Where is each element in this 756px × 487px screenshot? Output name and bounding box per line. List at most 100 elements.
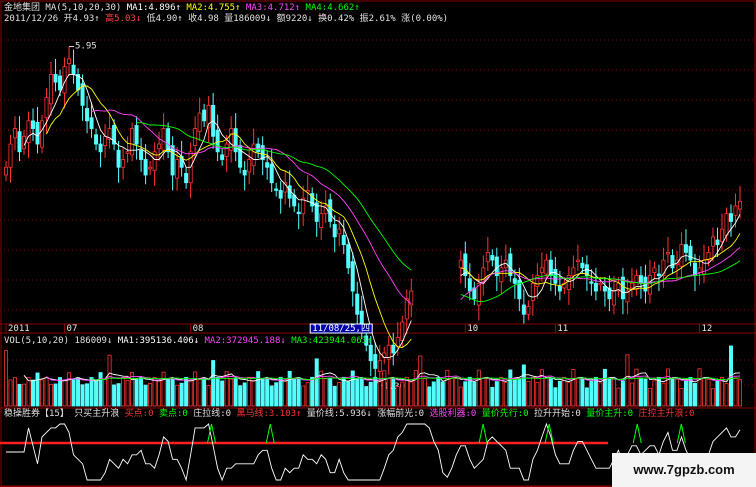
candle-body — [4, 166, 9, 176]
candle-body — [715, 239, 720, 246]
volume-bar — [4, 350, 9, 407]
volume-bar — [463, 381, 468, 407]
volume-bar — [247, 376, 252, 407]
date-tick-label: 12 — [701, 324, 712, 334]
volume-bar — [314, 358, 319, 407]
candle-body — [31, 120, 36, 129]
volume-bar — [278, 376, 283, 407]
candle-body — [67, 58, 72, 64]
volume-bar — [76, 377, 81, 407]
volume-bar — [436, 376, 441, 407]
volume-bar — [179, 382, 184, 407]
volume-bar — [706, 379, 711, 407]
volume-bar — [80, 384, 85, 407]
candle-body — [391, 344, 396, 354]
volume-bar — [35, 372, 40, 407]
volume-bar — [13, 377, 18, 407]
legend-item: 量价先行:0 — [476, 407, 528, 419]
legend-item: MA2:4.755↑ — [181, 3, 241, 13]
volume-bar — [458, 386, 463, 407]
candle-body — [17, 131, 22, 153]
stock-chart[interactable]: 金地集团 MA(5,10,20,30) MA1:4.896↑ MA2:4.755… — [0, 0, 756, 487]
volume-bar — [386, 378, 391, 407]
volume-bar — [220, 380, 225, 407]
volume-bar — [427, 386, 432, 407]
candle-body — [157, 143, 162, 150]
volume-bar — [724, 383, 729, 407]
candle-body — [346, 244, 351, 269]
volume-bar — [476, 369, 481, 407]
candle-body — [224, 143, 229, 157]
volume-bars[interactable] — [4, 345, 743, 407]
legend-item: 庄控主升浪:0 — [633, 407, 694, 419]
volume-bar — [22, 383, 27, 407]
candle-body — [458, 259, 463, 269]
volume-bar — [409, 381, 414, 407]
volume-bar — [355, 378, 360, 407]
volume-bar — [143, 384, 148, 407]
volume-bar — [265, 377, 270, 407]
volume-bar — [242, 382, 247, 407]
legend-item: 拉升开始:0 — [529, 407, 581, 419]
candle-body — [202, 109, 207, 122]
candle-body — [508, 253, 513, 276]
candle-body — [665, 251, 670, 255]
volume-bar — [53, 383, 58, 407]
volume-bar — [152, 377, 157, 407]
candle-body — [733, 205, 738, 216]
volume-bar — [346, 381, 351, 407]
volume-bar — [517, 378, 522, 407]
volume-bar — [112, 384, 117, 407]
volume-bar — [481, 377, 486, 407]
candle-body — [139, 149, 144, 160]
price-header: 金地集团 MA(5,10,20,30) MA1:4.896↑ MA2:4.755… — [4, 1, 448, 24]
volume-bar — [71, 379, 76, 407]
volume-bar — [184, 376, 189, 407]
volume-bar — [620, 380, 625, 407]
candle-body — [175, 159, 180, 179]
candle-body — [13, 128, 18, 139]
volume-bar — [548, 378, 553, 407]
candle-body — [710, 236, 715, 247]
volume-bar — [625, 354, 630, 407]
volume-bar — [499, 376, 504, 407]
volume-bar — [616, 387, 621, 407]
volume-bar — [508, 369, 513, 407]
candle-body — [490, 255, 495, 261]
candle-body — [328, 199, 333, 222]
volume-bar — [665, 368, 670, 407]
candle-body — [296, 211, 301, 215]
legend-item: 庄拉线:0 — [188, 407, 231, 419]
volume-bar — [647, 387, 652, 407]
volume-bar — [692, 382, 697, 407]
volume-bar — [431, 381, 436, 407]
legend-item: MA2:372945.188↓ — [199, 336, 286, 346]
legend-item: 涨幅前光:0 — [372, 407, 424, 419]
candle-body — [593, 282, 598, 292]
date-tick-label: 2011 — [8, 324, 30, 334]
candle-body — [269, 163, 274, 184]
volume-bar — [287, 370, 292, 407]
volume-bar — [274, 382, 279, 407]
volume-bar — [161, 371, 166, 407]
volume-bar — [67, 372, 72, 407]
candle-body — [724, 213, 729, 236]
candle-body — [251, 143, 256, 167]
legend-item: MA(5,10,20,30) — [40, 3, 121, 13]
candle-body — [58, 75, 63, 91]
volume-bar — [188, 380, 193, 407]
legend-item: MA1:4.896↑ — [121, 3, 181, 13]
legend-item: MA3:4.712↑ — [241, 3, 301, 13]
candle-body — [656, 273, 661, 276]
volume-bar — [211, 360, 216, 407]
volume-bar — [359, 377, 364, 407]
volume-bar — [503, 381, 508, 407]
volume-bar — [62, 379, 67, 407]
volume-bar — [602, 368, 607, 407]
legend-item: 低4.90↑ — [141, 12, 183, 24]
volume-bar — [26, 377, 31, 407]
date-tick-label: 08 — [193, 324, 204, 334]
candle-body — [647, 275, 652, 295]
volume-bar — [580, 378, 585, 407]
candle-body — [197, 112, 202, 133]
